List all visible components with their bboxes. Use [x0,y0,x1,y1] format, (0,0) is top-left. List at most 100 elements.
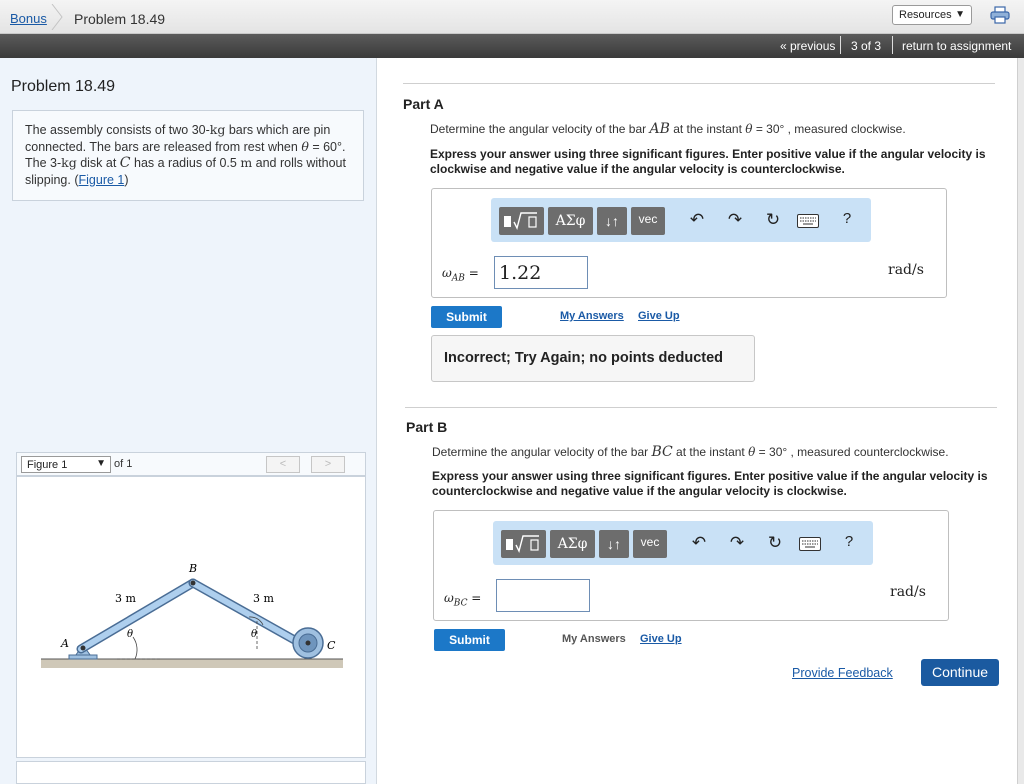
chevron-down-icon: ▼ [955,9,965,20]
nav-divider [840,36,841,54]
math-toolbar: ΑΣφ ↓↑ vec ↶ ↷ ↻ ? [491,198,871,242]
part-a-submit-button[interactable]: Submit [431,306,502,328]
page-indicator: 3 of 3 [851,39,882,53]
continue-button[interactable]: Continue [921,659,999,686]
help-button[interactable]: ? [837,210,857,227]
vec-button[interactable]: vec [633,530,667,558]
figure-next-button[interactable]: > [311,456,345,473]
part-b-title: Part B [406,419,448,435]
figure-footer [16,761,366,784]
part-a-my-answers-link[interactable]: My Answers [560,310,624,322]
undo-icon[interactable]: ↶ [689,533,709,553]
greek-symbols-button[interactable]: ΑΣφ [550,530,595,558]
redo-icon[interactable]: ↷ [727,533,747,553]
theta-symbol: θ [301,138,309,154]
resources-label: Resources [899,9,952,21]
redo-icon[interactable]: ↷ [725,210,745,230]
label-length-bc: 3 m [253,592,274,605]
question-text: = 30° , measured clockwise. [752,122,906,136]
figure-select-label: Figure 1 [27,459,68,471]
figure-header: Figure 1 ▼ of 1 < > [16,452,366,476]
omega-bc-label: ωBC = [444,591,481,608]
part-b-question: Determine the angular velocity of the ba… [432,444,949,460]
label-length-ab: 3 m [115,592,136,605]
omega-symbol: ω [442,266,452,280]
part-b-answer-box: ΑΣφ ↓↑ vec ↶ ↷ ↻ ? ωBC = rad/s [433,510,949,621]
templates-icon [504,212,537,230]
label-theta-left: θ [127,629,133,640]
math-toolbar: ΑΣφ ↓↑ vec ↶ ↷ ↻ ? [493,521,873,565]
reset-icon[interactable]: ↻ [763,210,783,230]
mechanism-figure: A B C 3 m 3 m θ θ [41,562,343,668]
scrollbar[interactable] [1017,58,1024,784]
keyboard-icon[interactable] [797,214,819,228]
keyboard-icon[interactable] [799,537,821,551]
statement-text: ) [124,172,129,187]
problem-statement: The assembly consists of two 30-kg bars … [12,110,364,201]
pin-c [305,640,311,646]
part-b-give-up-link[interactable]: Give Up [640,633,682,645]
part-b-submit-button[interactable]: Submit [434,629,505,651]
part-b-my-answers-link[interactable]: My Answers [562,633,626,645]
question-text: Determine the angular velocity of the ba… [430,122,650,136]
previous-link[interactable]: « previous [780,39,835,53]
top-bar: Bonus Problem 18.49 Resources ▼ [0,0,1024,34]
pin-a [80,645,86,651]
templates-button[interactable] [499,207,544,235]
omega-ab-input[interactable]: 1.22 [494,256,588,289]
problem-title: Problem 18.49 [11,78,116,95]
question-text: = 30° , measured counterclockwise. [755,445,949,459]
part-a-feedback: Incorrect; Try Again; no points deducted [431,335,755,382]
arrows-button[interactable]: ↓↑ [599,530,629,558]
divider [403,83,995,84]
equals-sign: = [464,266,479,280]
help-button[interactable]: ? [839,533,859,550]
chevron-down-icon: ▼ [96,458,106,469]
label-b: B [188,562,197,575]
equals-sign: = [467,591,482,605]
point-c: C [119,155,131,171]
print-icon[interactable] [990,6,1010,24]
angle-arc-left [132,636,138,660]
question-text: at the instant [669,122,746,136]
omega-ab-label: ωAB = [442,266,479,283]
figure-panel: A B C 3 m 3 m θ θ [16,476,366,758]
label-c: C [327,639,336,652]
templates-button[interactable] [501,530,546,558]
provide-feedback-link[interactable]: Provide Feedback [792,666,893,680]
reset-icon[interactable]: ↻ [765,533,785,553]
pin-b [190,580,196,586]
omega-symbol: ω [444,591,454,605]
templates-icon [506,535,539,553]
part-b-instructions: Express your answer using three signific… [432,469,988,498]
omega-bc-input[interactable] [496,579,590,612]
question-text: Determine the angular velocity of the ba… [432,445,652,459]
problem-panel: Problem 18.49 The assembly consists of t… [0,58,377,784]
unit-label: rad/s [888,262,924,278]
assignment-nav: « previous 3 of 3 return to assignment [0,34,1024,58]
figure-prev-button[interactable]: < [266,456,300,473]
part-a-give-up-link[interactable]: Give Up [638,310,680,322]
return-to-assignment-link[interactable]: return to assignment [902,39,1011,53]
vec-button[interactable]: vec [631,207,665,235]
resources-dropdown[interactable]: Resources ▼ [892,5,972,25]
part-a-title: Part A [403,96,444,112]
label-theta-right: θ [251,629,257,640]
arrows-button[interactable]: ↓↑ [597,207,627,235]
bar-ab-symbol: AB [649,121,670,137]
part-a-answer-box: ΑΣφ ↓↑ vec ↶ ↷ ↻ ? ωAB = 1.22 rad/s [431,188,947,298]
statement-text: has a radius of 0.5 [130,156,241,170]
statement-text: disk at [76,156,120,170]
figure-select[interactable]: Figure 1 ▼ [21,456,111,473]
bar-bc-fill [190,580,310,650]
greek-symbols-button[interactable]: ΑΣφ [548,207,593,235]
undo-icon[interactable]: ↶ [687,210,707,230]
breadcrumb-bonus-link[interactable]: Bonus [10,11,47,26]
bar-bc-symbol: BC [651,444,673,460]
breadcrumb-separator-icon [51,4,63,30]
figure-link[interactable]: Figure 1 [79,173,125,187]
unit-label: rad/s [890,584,926,600]
divider [405,407,997,408]
ground [41,659,343,668]
breadcrumb-current: Problem 18.49 [74,11,166,27]
